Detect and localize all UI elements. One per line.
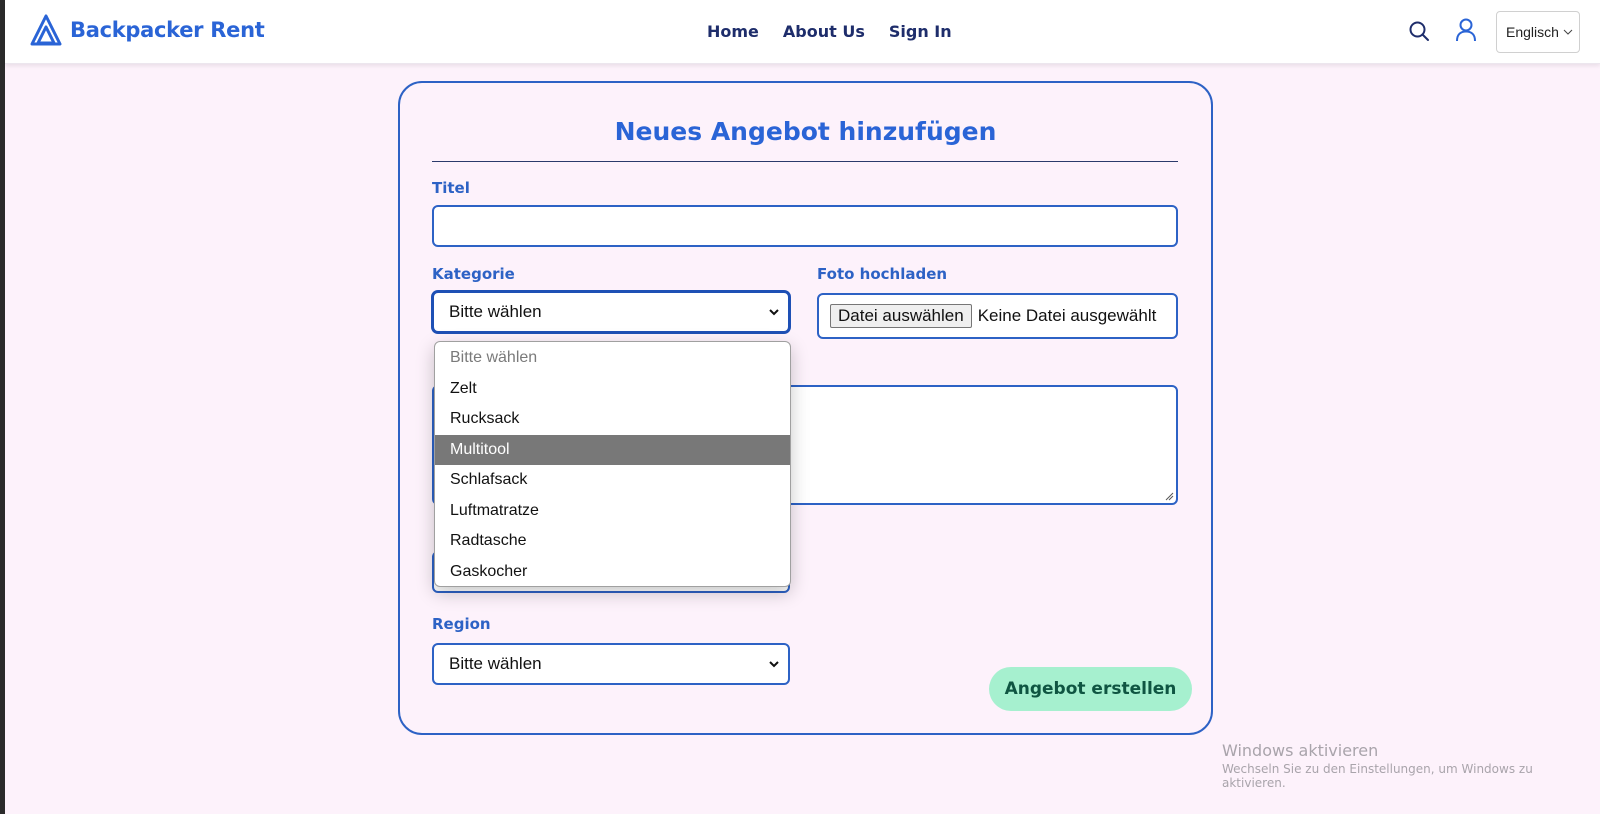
nav-signin-link[interactable]: Sign In (889, 22, 952, 41)
chevron-down-icon (769, 661, 779, 668)
region-value: Bitte wählen (449, 654, 542, 673)
dropdown-option[interactable]: Rucksack (435, 404, 790, 435)
dropdown-option[interactable]: Gaskocher (435, 557, 790, 587)
dropdown-option[interactable]: Zelt (435, 374, 790, 405)
category-select[interactable]: Bitte wählen (432, 291, 790, 333)
category-label: Kategorie (432, 265, 515, 283)
logo-triangle-icon (30, 14, 62, 46)
title-divider (432, 161, 1178, 162)
title-input[interactable] (432, 205, 1178, 247)
photo-label: Foto hochladen (817, 265, 948, 283)
activation-watermark-title: Windows aktivieren (1222, 741, 1379, 760)
header: Backpacker Rent Home About Us Sign In En… (5, 0, 1600, 64)
search-icon[interactable] (1408, 20, 1430, 42)
dropdown-option[interactable]: Schlafsack (435, 465, 790, 496)
title-label: Titel (432, 179, 470, 197)
create-offer-button[interactable]: Angebot erstellen (989, 667, 1192, 711)
main-nav: Home About Us Sign In (707, 22, 952, 41)
page-title: Neues Angebot hinzufügen (614, 117, 997, 146)
region-select[interactable]: Bitte wählen (432, 643, 790, 685)
dropdown-option-highlighted[interactable]: Multitool (435, 434, 790, 465)
category-dropdown-list: Bitte wählen Zelt Rucksack Multitool Sch… (434, 341, 791, 587)
photo-upload-field[interactable]: Datei auswählen Keine Datei ausgewählt (817, 293, 1178, 339)
chevron-down-icon (769, 309, 779, 316)
nav-home-link[interactable]: Home (707, 22, 759, 41)
nav-about-link[interactable]: About Us (783, 22, 865, 41)
region-label: Region (432, 615, 491, 633)
choose-file-button[interactable]: Datei auswählen (830, 304, 972, 328)
dropdown-option[interactable]: Radtasche (435, 526, 790, 557)
activation-watermark-text: Wechseln Sie zu den Einstellungen, um Wi… (1222, 762, 1533, 790)
brand-name: Backpacker Rent (70, 18, 265, 42)
chevron-down-icon (1563, 29, 1573, 35)
brand-logo[interactable]: Backpacker Rent (30, 14, 265, 46)
language-value: Englisch (1506, 24, 1559, 40)
user-icon[interactable] (1455, 18, 1477, 42)
file-status: Keine Datei ausgewählt (977, 306, 1157, 325)
resize-grip-icon[interactable] (1164, 491, 1174, 501)
language-select[interactable]: Englisch (1496, 11, 1580, 53)
dropdown-option[interactable]: Luftmatratze (435, 496, 790, 527)
dropdown-option[interactable]: Bitte wählen (435, 343, 790, 374)
page: Backpacker Rent Home About Us Sign In En… (5, 0, 1600, 814)
category-value: Bitte wählen (449, 302, 542, 321)
